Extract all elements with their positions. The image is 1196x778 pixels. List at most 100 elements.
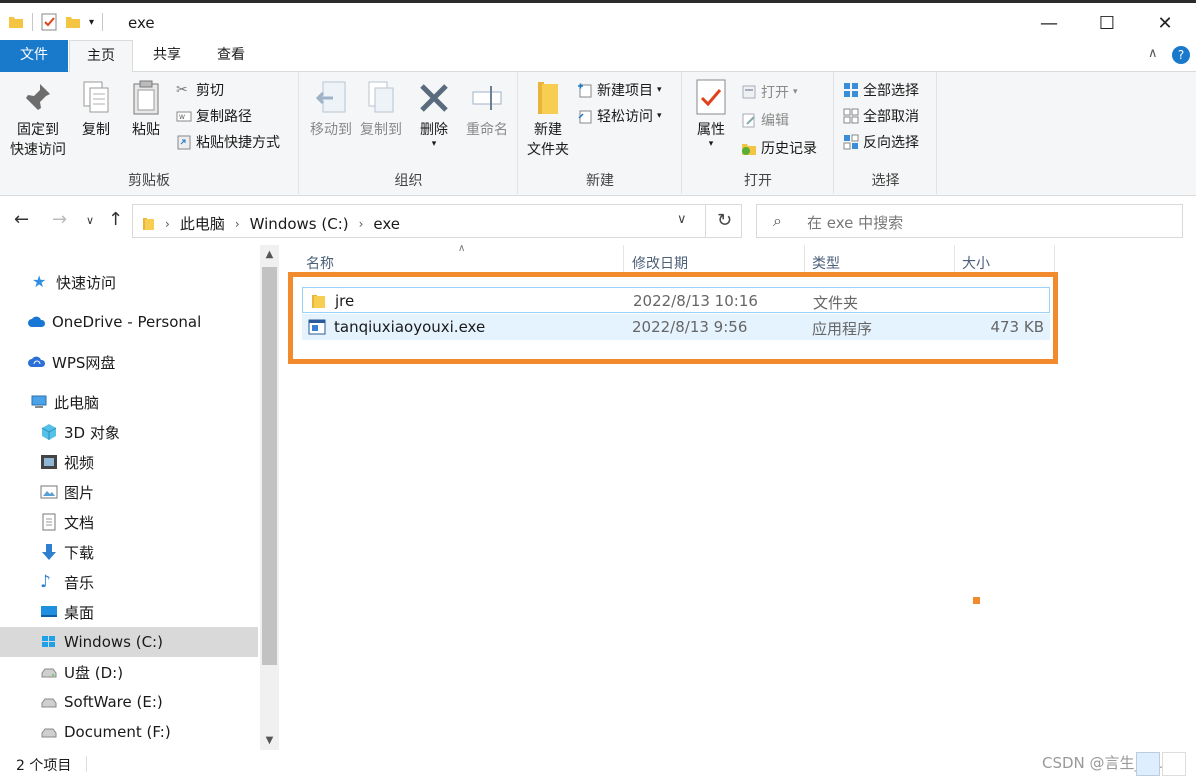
- new-folder-button[interactable]: 新建 文件夹: [523, 78, 573, 160]
- search-box[interactable]: ⌕ 在 exe 中搜索: [756, 204, 1183, 238]
- tab-home[interactable]: 主页: [69, 40, 133, 73]
- column-divider[interactable]: [623, 245, 624, 275]
- new-item-label: 新建项目: [597, 83, 653, 99]
- properties-icon[interactable]: [41, 13, 57, 31]
- address-dropdown-icon[interactable]: ∨: [677, 212, 687, 227]
- delete-button[interactable]: 删除 ▾: [414, 78, 454, 149]
- nav-item-3d-objects[interactable]: 3D 对象: [0, 417, 258, 447]
- nav-item-pictures[interactable]: 图片: [0, 477, 258, 507]
- close-button[interactable]: ✕: [1136, 3, 1194, 43]
- nav-item-label: 3D 对象: [64, 423, 120, 442]
- nav-item-this-pc[interactable]: 此电脑: [0, 387, 258, 417]
- nav-item-wps-drive[interactable]: WPS网盘: [0, 347, 258, 377]
- select-none-label: 全部取消: [863, 109, 919, 125]
- new-item-button[interactable]: 新建项目 ▾: [577, 80, 662, 100]
- column-header-date[interactable]: 修改日期: [632, 253, 688, 273]
- copy-to-label: 复制到: [360, 122, 402, 138]
- picture-icon: [40, 485, 58, 499]
- copy-button[interactable]: 复制: [74, 78, 118, 140]
- film-icon: [41, 455, 57, 469]
- open-button[interactable]: 打开 ▾: [741, 82, 798, 102]
- breadcrumb: › 此电脑 › Windows (C:) › exe: [141, 213, 400, 234]
- nav-item-usb-d[interactable]: U盘 (D:): [0, 657, 258, 687]
- new-folder-icon[interactable]: [65, 14, 81, 30]
- recent-locations-chevron-icon[interactable]: ∨: [86, 214, 94, 227]
- paste-shortcut-button[interactable]: 粘贴快捷方式: [176, 132, 280, 152]
- nav-item-label: U盘 (D:): [64, 663, 124, 682]
- new-group-label: 新建: [586, 173, 614, 189]
- column-header-name[interactable]: 名称: [306, 253, 334, 273]
- select-none-button[interactable]: 全部取消: [843, 106, 919, 126]
- edit-icon: [742, 113, 755, 128]
- history-button[interactable]: 历史记录: [741, 138, 817, 158]
- group-new: 新建 文件夹 新建项目 ▾ 轻松访问 ▾ 新建: [519, 72, 682, 194]
- nav-item-documents[interactable]: 文档: [0, 507, 258, 537]
- cut-button[interactable]: ✂ 剪切: [176, 80, 224, 100]
- column-header-size[interactable]: 大小: [962, 253, 990, 273]
- delete-dropdown-icon[interactable]: ▾: [414, 140, 454, 149]
- nav-pane-scrollbar[interactable]: ▲ ▼: [260, 245, 279, 750]
- breadcrumb-item[interactable]: Windows (C:): [250, 215, 349, 233]
- easy-access-button[interactable]: 轻松访问 ▾: [577, 106, 662, 126]
- properties-dropdown-icon[interactable]: ▾: [687, 140, 735, 149]
- scroll-down-icon[interactable]: ▼: [260, 735, 279, 746]
- qat-dropdown-icon[interactable]: ▾: [89, 17, 94, 28]
- collapse-ribbon-icon[interactable]: ∧: [1148, 46, 1158, 61]
- maximize-button[interactable]: ☐: [1078, 3, 1136, 43]
- edit-button[interactable]: 编辑: [741, 110, 789, 130]
- nav-item-desktop[interactable]: 桌面: [0, 597, 258, 627]
- large-icons-view-icon[interactable]: [1162, 752, 1186, 776]
- breadcrumb-item[interactable]: 此电脑: [180, 213, 225, 234]
- up-arrow-icon[interactable]: ↑: [108, 209, 123, 230]
- scrollbar-thumb[interactable]: [262, 267, 277, 665]
- nav-item-document-f[interactable]: Document (F:): [0, 717, 258, 747]
- breadcrumb-item[interactable]: exe: [373, 215, 400, 233]
- properties-button[interactable]: 属性 ▾: [687, 78, 735, 149]
- folder-icon: [9, 17, 23, 28]
- pin-quick-access-button[interactable]: 固定到 快速访问: [6, 78, 70, 160]
- rename-button[interactable]: 重命名: [460, 78, 514, 140]
- drive-icon: [41, 668, 57, 678]
- details-view-icon[interactable]: [1136, 752, 1160, 776]
- column-divider[interactable]: [954, 245, 955, 275]
- select-all-label: 全部选择: [863, 83, 919, 99]
- nav-item-music[interactable]: ♪ 音乐: [0, 567, 258, 597]
- breadcrumb-separator-icon: ›: [165, 216, 170, 231]
- tab-file[interactable]: 文件: [0, 40, 68, 72]
- new-folder-icon: [538, 82, 558, 114]
- address-bar[interactable]: › 此电脑 › Windows (C:) › exe ∨ ↻: [132, 204, 742, 238]
- nav-item-videos[interactable]: 视频: [0, 447, 258, 477]
- easy-access-dropdown-icon: ▾: [657, 111, 662, 121]
- back-arrow-icon[interactable]: ←: [14, 209, 29, 230]
- tab-share[interactable]: 共享: [136, 40, 198, 72]
- move-to-button[interactable]: 移动到: [304, 78, 358, 140]
- scroll-up-icon[interactable]: ▲: [260, 249, 279, 260]
- computer-icon: [31, 395, 47, 408]
- copy-path-icon: W: [176, 111, 192, 122]
- column-divider[interactable]: [804, 245, 805, 275]
- new-item-icon: [578, 83, 592, 98]
- nav-item-quick-access[interactable]: ★ 快速访问: [0, 267, 258, 297]
- breadcrumb-separator-icon: ›: [234, 216, 240, 231]
- nav-item-label: 音乐: [64, 573, 95, 592]
- tab-view[interactable]: 查看: [200, 40, 262, 72]
- nav-item-software-e[interactable]: SoftWare (E:): [0, 687, 258, 717]
- group-select: 全部选择 全部取消 反向选择 选择: [835, 72, 937, 194]
- invert-selection-button[interactable]: 反向选择: [843, 132, 919, 152]
- copy-path-button[interactable]: W 复制路径: [176, 106, 252, 126]
- nav-item-label: 下载: [64, 543, 95, 562]
- minimize-button[interactable]: —: [1020, 3, 1078, 43]
- refresh-icon[interactable]: ↻: [705, 205, 743, 237]
- paste-shortcut-label: 粘贴快捷方式: [196, 135, 280, 151]
- copy-to-button[interactable]: 复制到: [354, 78, 408, 140]
- column-divider[interactable]: [1054, 245, 1055, 275]
- group-open: 属性 ▾ 打开 ▾ 编辑 历史记录 打开: [683, 72, 834, 194]
- nav-item-downloads[interactable]: 下载: [0, 537, 258, 567]
- select-all-button[interactable]: 全部选择: [843, 80, 919, 100]
- nav-item-onedrive[interactable]: OneDrive - Personal: [0, 307, 258, 337]
- paste-button[interactable]: 粘贴: [124, 78, 168, 140]
- nav-item-windows-c[interactable]: Windows (C:): [0, 627, 258, 657]
- forward-arrow-icon[interactable]: →: [52, 209, 67, 230]
- help-icon[interactable]: ?: [1172, 46, 1190, 64]
- column-header-type[interactable]: 类型: [812, 253, 840, 273]
